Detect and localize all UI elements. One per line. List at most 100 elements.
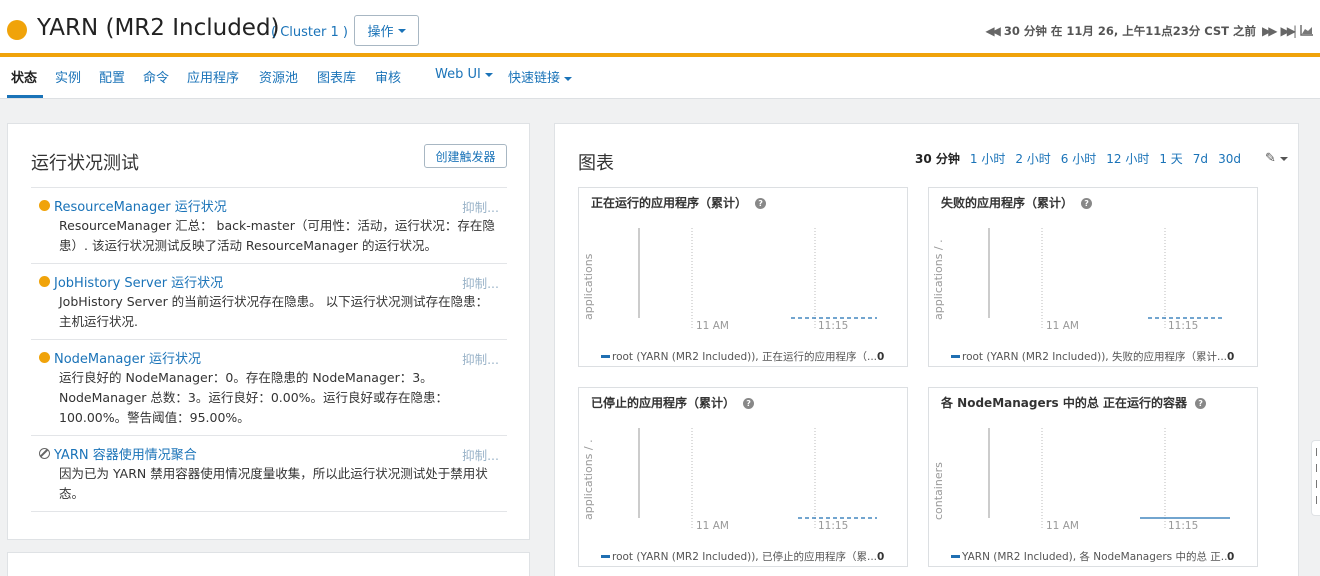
chart-card[interactable]: 失败的应用程序（累计）? applications / ... 11 AM 11:15… bbox=[928, 187, 1258, 367]
x-tick-label: 11:15 bbox=[1168, 320, 1199, 332]
chart-area-icon[interactable] bbox=[1300, 24, 1314, 39]
chart-title-text: 已停止的应用程序（累计） bbox=[591, 396, 736, 410]
health-test-link[interactable]: NodeManager 运行状况 bbox=[54, 348, 201, 367]
actions-button[interactable]: 操作 bbox=[354, 15, 419, 46]
help-icon[interactable]: ? bbox=[1081, 198, 1093, 209]
health-tests-panel: 运行状况测试 创建触发器 ResourceManager 运行状况 抑制... R… bbox=[7, 123, 530, 540]
chart-title-text: 正在运行的应用程序（累计） bbox=[591, 196, 748, 210]
range-option[interactable]: 30 分钟 bbox=[915, 150, 960, 167]
health-test-description: 运行良好的 NodeManager：0。存在隐患的 NodeManager：3。… bbox=[59, 370, 449, 425]
health-test-link[interactable]: YARN 容器使用情况聚合 bbox=[54, 444, 197, 463]
legend-label: root (YARN (MR2 Included)), 已停止的应用程序（累..… bbox=[612, 551, 877, 563]
side-feedback-tab[interactable]: | | | | bbox=[1311, 440, 1320, 516]
help-icon[interactable]: ? bbox=[743, 398, 755, 409]
help-icon[interactable]: ? bbox=[755, 198, 767, 209]
chart-plot bbox=[988, 228, 1225, 330]
chart-card[interactable]: 正在运行的应用程序（累计）? applications 11 AM 11:15 root… bbox=[578, 187, 908, 367]
range-option[interactable]: 1 天 bbox=[1159, 150, 1182, 167]
tab-applications[interactable]: 应用程序 bbox=[187, 67, 239, 86]
x-tick-label: 11 AM bbox=[1046, 320, 1079, 332]
range-option[interactable]: 6 小时 bbox=[1061, 150, 1096, 167]
skip-back-icon[interactable]: ◀◀ bbox=[985, 24, 1001, 38]
side-tab-glyph: | bbox=[1315, 479, 1318, 488]
legend-label: root (YARN (MR2 Included)), 失败的应用程序（累计..… bbox=[962, 351, 1227, 363]
legend-swatch bbox=[951, 355, 960, 358]
tab-audits[interactable]: 审核 bbox=[375, 67, 401, 86]
range-option[interactable]: 2 小时 bbox=[1015, 150, 1050, 167]
chart-plot bbox=[988, 428, 1230, 530]
suppress-link[interactable]: 抑制... bbox=[462, 273, 499, 292]
chart-card[interactable]: 各 NodeManagers 中的总 正在运行的容器? containers 11 … bbox=[928, 387, 1258, 567]
side-tab-glyph: | bbox=[1315, 447, 1318, 456]
list-item: NodeManager 运行状况 抑制... 运行良好的 NodeManager：… bbox=[31, 339, 507, 435]
chart-legend: root (YARN (MR2 Included)), 已停止的应用程序（累..… bbox=[601, 549, 884, 564]
legend-label: YARN (MR2 Included), 各 NodeManagers 中的总 … bbox=[962, 551, 1231, 563]
x-tick-label: 11 AM bbox=[696, 320, 729, 332]
health-test-link[interactable]: JobHistory Server 运行状况 bbox=[54, 272, 223, 291]
side-tab-glyph: | bbox=[1315, 463, 1318, 472]
chart-title-text: 各 NodeManagers 中的总 正在运行的容器 bbox=[941, 396, 1188, 410]
legend-swatch bbox=[601, 555, 610, 558]
tab-instances[interactable]: 实例 bbox=[55, 67, 81, 86]
x-tick-label: 11 AM bbox=[696, 520, 729, 532]
chart-card[interactable]: 已停止的应用程序（累计）? applications / ... 11 AM 11:1… bbox=[578, 387, 908, 567]
active-tab-indicator bbox=[7, 95, 43, 98]
tab-resource-pools[interactable]: 资源池 bbox=[259, 67, 298, 86]
tab-configuration[interactable]: 配置 bbox=[99, 67, 125, 86]
chart-title: 正在运行的应用程序（累计）? bbox=[591, 194, 767, 211]
chart-title: 各 NodeManagers 中的总 正在运行的容器? bbox=[941, 394, 1207, 411]
suppress-link[interactable]: 抑制... bbox=[462, 445, 499, 464]
range-option[interactable]: 30d bbox=[1218, 152, 1241, 166]
chart-plot bbox=[638, 228, 877, 330]
tab-quick-links[interactable]: 快速链接 bbox=[508, 67, 573, 86]
time-range-text[interactable]: 30 分钟 在 11月 26, 上午11点23分 CST 之前 bbox=[1004, 23, 1256, 39]
chart-range-selector: 30 分钟 1 小时 2 小时 6 小时 12 小时 1 天 7d 30d ✎ bbox=[915, 150, 1288, 167]
help-icon[interactable]: ? bbox=[1195, 398, 1207, 409]
page-title: YARN (MR2 Included) bbox=[37, 15, 280, 41]
chevron-down-icon bbox=[484, 72, 493, 77]
warning-status-icon bbox=[39, 351, 50, 363]
legend-swatch bbox=[601, 355, 610, 358]
legend-value: 0 bbox=[877, 550, 885, 563]
chevron-down-icon bbox=[397, 28, 406, 33]
service-header: YARN (MR2 Included) ( Cluster 1 ) 操作 ◀◀ … bbox=[0, 6, 1320, 54]
suppress-link[interactable]: 抑制... bbox=[462, 197, 499, 216]
warning-status-icon bbox=[39, 199, 50, 211]
disabled-status-icon bbox=[39, 447, 50, 459]
health-test-description: JobHistory Server 的当前运行状况存在隐患。 以下运行状况测试存… bbox=[59, 294, 489, 329]
chevron-down-icon bbox=[1279, 156, 1288, 161]
chevron-down-icon bbox=[564, 76, 573, 81]
tab-status[interactable]: 状态 bbox=[11, 67, 37, 86]
tab-web-ui[interactable]: Web UI bbox=[435, 67, 493, 82]
legend-value: 0 bbox=[1227, 350, 1235, 363]
forward-icon[interactable]: ▶▶ bbox=[1262, 24, 1278, 38]
status-dot-icon bbox=[7, 20, 27, 40]
health-test-link[interactable]: ResourceManager 运行状况 bbox=[54, 196, 227, 215]
skip-end-icon[interactable]: ▶▶| bbox=[1281, 24, 1297, 38]
charts-title: 图表 bbox=[578, 153, 614, 174]
cluster-link[interactable]: ( Cluster 1 ) bbox=[271, 25, 348, 40]
list-item: ResourceManager 运行状况 抑制... ResourceManage… bbox=[31, 187, 507, 263]
edit-charts-icon[interactable]: ✎ bbox=[1265, 151, 1288, 166]
tab-commands[interactable]: 命令 bbox=[143, 67, 169, 86]
lower-left-panel bbox=[7, 552, 530, 576]
actions-label: 操作 bbox=[367, 25, 394, 40]
chart-plot bbox=[638, 428, 877, 530]
health-tests-list: ResourceManager 运行状况 抑制... ResourceManage… bbox=[31, 187, 507, 512]
x-tick-label: 11:15 bbox=[1168, 520, 1199, 532]
legend-swatch bbox=[951, 555, 960, 558]
chart-title: 失败的应用程序（累计）? bbox=[941, 194, 1093, 211]
range-option[interactable]: 1 小时 bbox=[970, 150, 1005, 167]
range-option[interactable]: 7d bbox=[1193, 152, 1208, 166]
create-trigger-button[interactable]: 创建触发器 bbox=[424, 144, 507, 168]
chart-y-axis-label: containers bbox=[932, 462, 945, 520]
suppress-link[interactable]: 抑制... bbox=[462, 349, 499, 368]
range-option[interactable]: 12 小时 bbox=[1106, 150, 1149, 167]
chart-legend: YARN (MR2 Included), 各 NodeManagers 中的总 … bbox=[951, 549, 1234, 564]
legend-label: root (YARN (MR2 Included)), 正在运行的应用程序（..… bbox=[612, 351, 877, 363]
health-test-description: 因为已为 YARN 禁用容器使用情况度量收集，所以此运行状况测试处于禁用状态。 bbox=[59, 466, 488, 501]
list-item: JobHistory Server 运行状况 抑制... JobHistory S… bbox=[31, 263, 507, 339]
tab-chart-library[interactable]: 图表库 bbox=[317, 67, 356, 86]
tab-nav: 状态 实例 配置 命令 应用程序 资源池 图表库 审核 Web UI 快速链接 bbox=[0, 57, 1320, 99]
chart-title-text: 失败的应用程序（累计） bbox=[941, 196, 1074, 210]
